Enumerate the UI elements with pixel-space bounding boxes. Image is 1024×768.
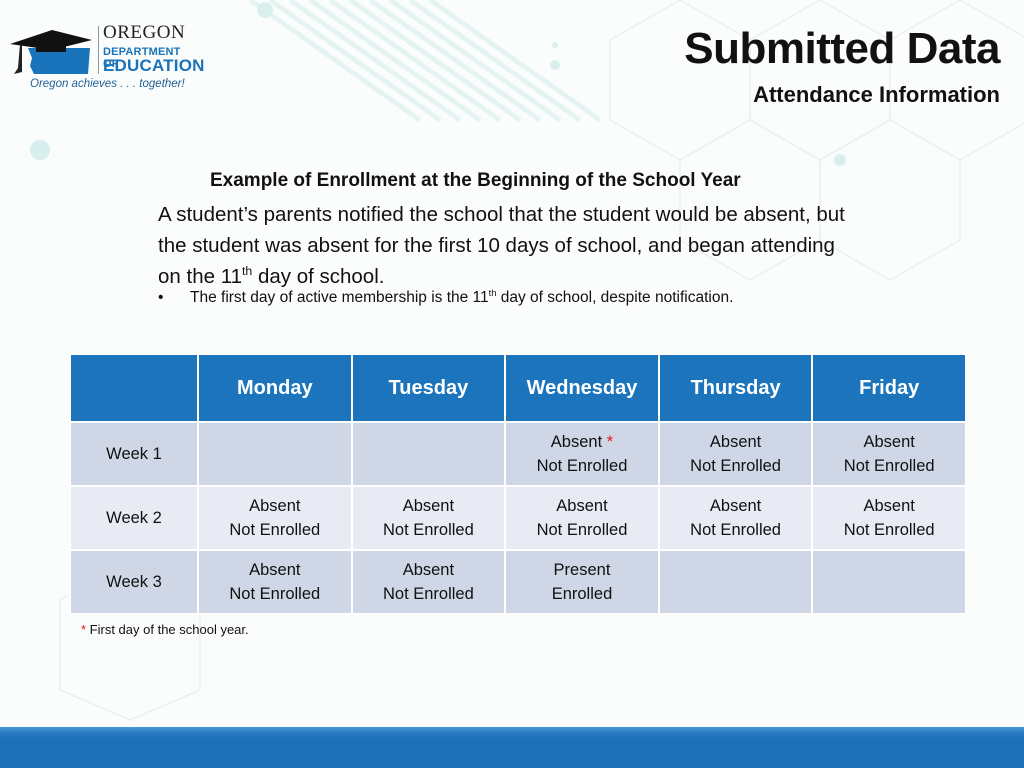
row-label: Week 2 xyxy=(69,485,199,551)
logo-divider xyxy=(98,26,99,74)
status-text: Absent xyxy=(249,561,301,579)
enrollment-status: Enrolled xyxy=(551,585,613,603)
attendance-status: Absent xyxy=(660,430,812,454)
paragraph-superscript: th xyxy=(241,264,253,279)
column-header-tuesday: Tuesday xyxy=(350,353,507,423)
graduation-cap-oregon-icon xyxy=(10,30,92,74)
table-cell: Absent Not Enrolled xyxy=(197,485,353,551)
table-cell xyxy=(811,549,967,615)
attendance-status: Present xyxy=(506,558,658,582)
table-cell: Absent Not Enrolled xyxy=(811,421,967,487)
status-text: Absent xyxy=(402,561,455,579)
column-header-wednesday: Wednesday xyxy=(504,353,660,423)
enrollment-status: Not Enrolled xyxy=(690,521,781,539)
status-text: Present xyxy=(553,561,611,579)
enrollment-status: Not Enrolled xyxy=(229,585,321,603)
table-cell xyxy=(657,549,814,615)
column-header-thursday: Thursday xyxy=(657,353,814,423)
attendance-status: Absent * xyxy=(506,430,658,454)
table-cell: Absent Not Enrolled xyxy=(350,485,507,551)
table-cell: Absent Not Enrolled xyxy=(657,485,814,551)
page-title: Submitted Data xyxy=(684,24,1000,73)
logo-tagline: Oregon achieves . . . together! xyxy=(30,78,185,90)
status-text: Absent xyxy=(709,433,762,451)
table-row: Week 1 Absent * Not Enrolled Absent Not Enro… xyxy=(69,421,967,487)
attendance-status: Absent xyxy=(660,494,812,518)
bullet-icon: • xyxy=(158,289,164,306)
table-cell: Absent Not Enrolled xyxy=(350,549,507,615)
table-cell: Absent Not Enrolled xyxy=(657,421,814,487)
table-cell xyxy=(197,421,353,487)
example-paragraph: A student’s parents notified the school … xyxy=(158,199,858,292)
status-text: Absent xyxy=(556,497,608,515)
attendance-status: Absent xyxy=(813,494,965,518)
attendance-status: Absent xyxy=(199,494,351,518)
example-heading: Example of Enrollment at the Beginning o… xyxy=(210,170,741,191)
attendance-status: Absent xyxy=(506,494,658,518)
paragraph-text-end: day of school. xyxy=(252,265,385,288)
table-row: Week 2 Absent Not Enrolled Absent Not Enroll… xyxy=(69,485,967,551)
table-cell: Absent Not Enrolled xyxy=(197,549,353,615)
attendance-status: Absent xyxy=(199,558,351,582)
column-header-blank xyxy=(69,353,199,423)
table-cell: Absent * Not Enrolled xyxy=(504,421,660,487)
bullet-item: • The first day of active membership is t… xyxy=(158,288,734,307)
enrollment-status: Not Enrolled xyxy=(536,521,628,539)
enrollment-status: Not Enrolled xyxy=(843,521,935,539)
logo-oregon-text: OREGON xyxy=(103,22,186,43)
status-text: Absent xyxy=(863,433,915,451)
bullet-text: The first day of active membership is th… xyxy=(190,289,489,306)
status-text: Absent xyxy=(249,497,301,515)
enrollment-status: Not Enrolled xyxy=(382,585,474,603)
status-text: Absent xyxy=(550,433,603,451)
status-text: Absent xyxy=(709,497,762,515)
first-day-asterisk: * xyxy=(606,433,614,451)
attendance-table: Monday Tuesday Wednesday Thursday Friday… xyxy=(69,353,967,615)
page-subtitle: Attendance Information xyxy=(753,82,1000,107)
enrollment-status: Not Enrolled xyxy=(536,457,628,475)
table-header-row: Monday Tuesday Wednesday Thursday Friday xyxy=(69,353,967,423)
attendance-status: Absent xyxy=(813,430,965,454)
column-header-monday: Monday xyxy=(197,353,353,423)
oregon-ode-logo: OREGON DEPARTMENT OF EDUCATION Oregon ac… xyxy=(8,22,204,96)
table-cell: Present Enrolled xyxy=(504,549,660,615)
bullet-text-end: day of school, despite notification. xyxy=(496,289,734,306)
attendance-status: Absent xyxy=(353,494,505,518)
row-label: Week 1 xyxy=(69,421,199,487)
footnote: * First day of the school year. xyxy=(81,622,249,637)
enrollment-status: Not Enrolled xyxy=(690,457,781,475)
enrollment-status: Not Enrolled xyxy=(843,457,935,475)
status-text: Absent xyxy=(402,497,455,515)
table-row: Week 3 Absent Not Enrolled Absent Not Enroll… xyxy=(69,549,967,615)
enrollment-status: Not Enrolled xyxy=(382,521,474,539)
attendance-status: Absent xyxy=(353,558,505,582)
table-cell xyxy=(350,421,507,487)
column-header-friday: Friday xyxy=(811,353,967,423)
table-cell: Absent Not Enrolled xyxy=(811,485,967,551)
logo-education-text: EDUCATION xyxy=(103,56,205,75)
table-cell: Absent Not Enrolled xyxy=(504,485,660,551)
row-label: Week 3 xyxy=(69,549,199,615)
footnote-text: First day of the school year. xyxy=(86,622,249,637)
enrollment-status: Not Enrolled xyxy=(229,521,321,539)
status-text: Absent xyxy=(863,497,915,515)
footer-bar xyxy=(0,727,1024,768)
